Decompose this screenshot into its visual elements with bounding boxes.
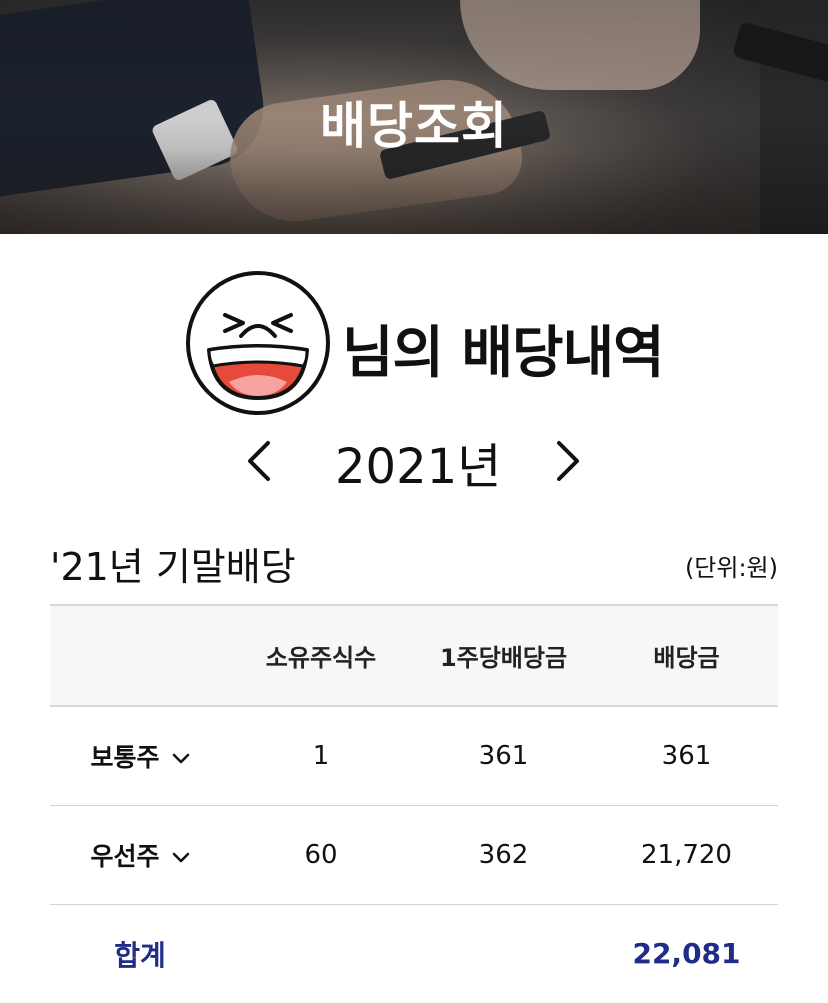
table-header-row: 소유주식수 1주당배당금 배당금 <box>50 604 778 707</box>
selected-year: 2021년 <box>335 439 502 495</box>
table-row: 우선주 60 362 21,720 <box>50 805 778 905</box>
dividend-cell: 361 <box>595 706 778 806</box>
stock-type-toggle[interactable]: 보통주 <box>50 706 230 806</box>
chevron-left-icon[interactable] <box>238 433 282 489</box>
per-share-cell: 361 <box>412 706 595 806</box>
year-navigator: 2021년 <box>0 425 828 495</box>
stock-type-label: 보통주 <box>90 742 160 772</box>
chevron-down-icon <box>172 852 189 862</box>
column-header-shares: 소유주식수 <box>230 604 412 707</box>
stock-type-toggle[interactable]: 우선주 <box>50 805 230 905</box>
dividend-history-heading: 님의 배당내역 <box>342 321 665 386</box>
dividend-cell: 21,720 <box>595 805 778 905</box>
column-header-per-share: 1주당배당금 <box>412 604 595 707</box>
dividend-table: 소유주식수 1주당배당금 배당금 보통주 1 361 361 우선주 60 36… <box>50 604 778 1003</box>
hero-banner: 배당조회 <box>0 0 828 234</box>
chevron-right-icon[interactable] <box>545 433 589 489</box>
table-row: 보통주 1 361 361 <box>50 706 778 806</box>
column-header <box>50 604 230 707</box>
per-share-cell: 362 <box>412 805 595 905</box>
total-dividend: 22,081 <box>632 937 741 971</box>
unit-label: (단위:원) <box>684 554 778 582</box>
laughing-face-icon <box>186 271 330 415</box>
page-title: 배당조회 <box>320 97 508 155</box>
total-label: 합계 <box>114 938 166 972</box>
stock-type-label: 우선주 <box>90 841 160 871</box>
shares-cell: 1 <box>230 706 412 806</box>
column-header-dividend: 배당금 <box>595 604 778 707</box>
total-row: 합계 22,081 <box>50 904 778 1003</box>
shares-cell: 60 <box>230 805 412 905</box>
section-title: '21년 기말배당 <box>50 545 296 589</box>
chevron-down-icon <box>172 753 189 764</box>
